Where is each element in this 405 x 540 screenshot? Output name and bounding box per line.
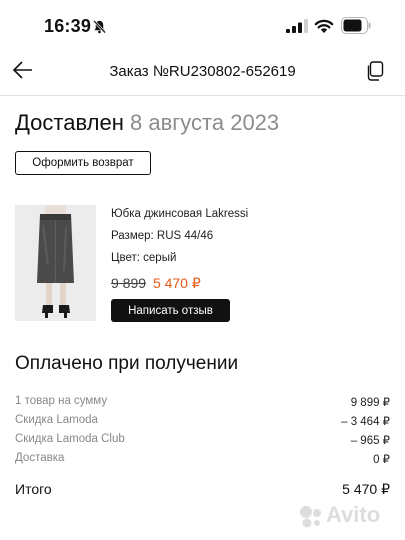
bell-slash-icon xyxy=(92,20,107,34)
return-button[interactable]: Оформить возврат xyxy=(15,151,151,175)
total-row: Итого 5 470 ₽ xyxy=(15,481,390,501)
status-bar: 16:39 xyxy=(0,0,405,50)
summary-value: – 3 464 ₽ xyxy=(341,416,390,428)
battery-icon xyxy=(341,17,371,34)
product-image[interactable] xyxy=(15,205,96,321)
copy-icon[interactable] xyxy=(366,61,384,81)
summary-label: Доставка xyxy=(15,452,65,464)
status-time: 16:39 xyxy=(44,16,92,36)
payment-heading: Оплачено при получении xyxy=(15,353,239,374)
nav-bar: Заказ №RU230802-652619 xyxy=(0,50,405,96)
signal-icon xyxy=(286,19,308,33)
product-name[interactable]: Юбка джинсовая Lakressi xyxy=(111,208,248,220)
old-price: 9 899 xyxy=(111,275,147,291)
summary-value: – 965 ₽ xyxy=(350,435,390,447)
product-size: Размер: RUS 44/46 xyxy=(111,230,214,242)
summary-value: 0 ₽ xyxy=(373,454,390,466)
total-label: Итого xyxy=(15,481,52,497)
watermark-text: Avito xyxy=(326,502,381,527)
summary-label: Скидка Lamoda xyxy=(15,414,98,426)
delivery-date: 8 августа 2023 xyxy=(129,110,280,135)
product-color: Цвет: серый xyxy=(111,252,177,264)
summary-row-club-discount: Скидка Lamoda Club – 965 ₽ xyxy=(15,433,390,449)
order-status-heading: Доставлен 8 августа 2023 xyxy=(15,110,279,136)
order-status: Доставлен xyxy=(15,110,124,135)
total-value: 5 470 ₽ xyxy=(342,481,390,497)
summary-value: 9 899 ₽ xyxy=(350,397,390,409)
avito-logo-icon xyxy=(300,506,321,528)
summary-row-discount: Скидка Lamoda – 3 464 ₽ xyxy=(15,414,390,430)
write-review-button[interactable]: Написать отзыв xyxy=(111,299,230,322)
skirt-photo-icon xyxy=(15,205,96,321)
order-title: Заказ №RU230802-652619 xyxy=(109,63,296,80)
wifi-icon xyxy=(314,19,334,33)
price-row: 9 899 5 470 ₽ xyxy=(111,275,201,292)
summary-row-delivery: Доставка 0 ₽ xyxy=(15,452,390,468)
avito-watermark: Avito xyxy=(298,502,398,530)
new-price: 5 470 ₽ xyxy=(152,275,201,291)
summary-label: Скидка Lamoda Club xyxy=(15,433,125,445)
summary-row-items: 1 товар на сумму 9 899 ₽ xyxy=(15,395,390,411)
summary-label: 1 товар на сумму xyxy=(15,395,108,407)
